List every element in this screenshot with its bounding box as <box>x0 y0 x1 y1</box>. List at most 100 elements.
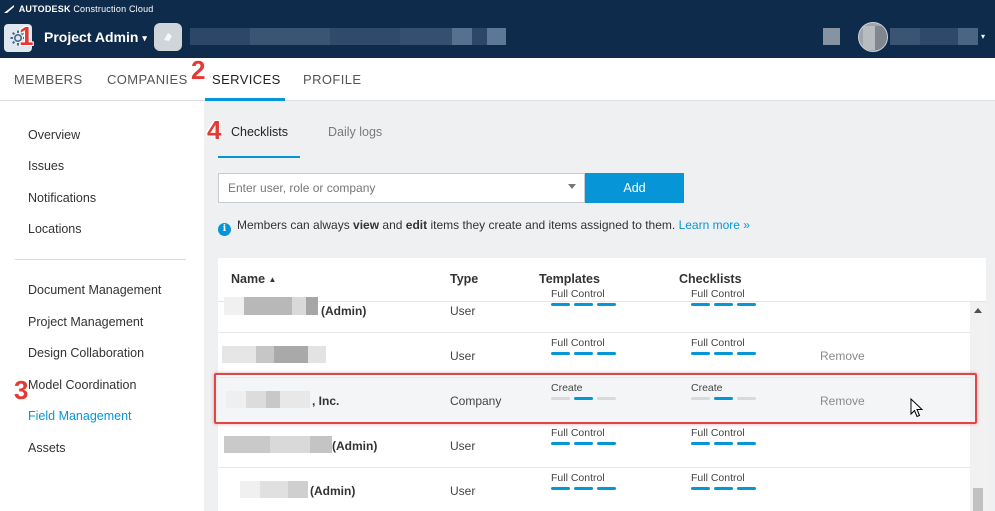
sidebar-item-model-coordination[interactable]: Model Coordination <box>28 378 136 392</box>
sidebar-item-issues[interactable]: Issues <box>28 159 64 173</box>
info-text-pre: Members can always <box>237 218 354 232</box>
sidebar-item-notifications[interactable]: Notifications <box>28 191 96 205</box>
name-redacted <box>222 346 256 363</box>
scroll-up-arrow-icon[interactable] <box>974 308 982 313</box>
table-row[interactable]: (Admin) User Full Control Full Control <box>218 423 970 468</box>
templates-level-bars[interactable] <box>551 487 616 490</box>
name-redacted <box>292 297 306 315</box>
column-header-name-label: Name <box>231 272 266 286</box>
name-redacted <box>308 346 326 363</box>
row-name: (Admin) <box>332 439 378 453</box>
top-bar: AUTODESK Construction Cloud Project Admi… <box>0 0 995 58</box>
checklists-level-bars[interactable] <box>691 487 756 490</box>
sidebar-item-overview[interactable]: Overview <box>28 128 80 142</box>
templates-permission[interactable]: Full Control <box>551 288 605 300</box>
sidebar-item-document-management[interactable]: Document Management <box>28 283 161 297</box>
checklists-level-bars[interactable] <box>691 352 756 355</box>
templates-level-bars[interactable] <box>551 303 616 306</box>
content-area: Checklists Daily logs Add i Members can a… <box>204 101 995 511</box>
info-message: i Members can always view and edit items … <box>218 218 750 236</box>
sidebar-divider <box>15 259 186 260</box>
chevron-down-icon: ▾ <box>142 33 147 43</box>
name-redacted <box>256 346 274 363</box>
tab-services[interactable]: SERVICES <box>212 72 281 87</box>
mouse-cursor-icon <box>910 398 924 418</box>
help-icon[interactable] <box>823 28 840 45</box>
table-row[interactable]: (Admin) User Full Control Full Control <box>218 468 970 511</box>
annotation-step-1: 1 <box>19 21 34 51</box>
sidebar-item-design-collaboration[interactable]: Design Collaboration <box>28 346 144 360</box>
table-row[interactable]: User Full Control Full Control Remove <box>218 333 970 378</box>
annotation-step-4: 4 <box>207 115 222 145</box>
column-header-name[interactable]: Name ▲ <box>231 272 276 286</box>
sidebar: Overview Issues Notifications Locations … <box>0 101 204 511</box>
user-menu-chevron-icon[interactable]: ▾ <box>981 32 985 41</box>
app-switcher[interactable]: Project Admin ▾ <box>44 29 147 45</box>
checklists-permission[interactable]: Full Control <box>691 472 745 484</box>
templates-permission[interactable]: Full Control <box>551 337 605 349</box>
info-text-view: view <box>353 218 380 232</box>
learn-more-link[interactable]: Learn more » <box>679 218 750 232</box>
checklists-permission[interactable]: Full Control <box>691 337 745 349</box>
sidebar-item-project-management[interactable]: Project Management <box>28 315 143 329</box>
templates-permission[interactable]: Full Control <box>551 427 605 439</box>
name-redacted <box>310 436 332 453</box>
row-type: User <box>450 304 476 318</box>
row-type: User <box>450 439 476 453</box>
name-redacted <box>240 481 260 498</box>
add-button[interactable]: Add <box>585 173 684 203</box>
sidebar-item-field-management[interactable]: Field Management <box>28 409 132 423</box>
info-icon: i <box>218 223 231 236</box>
search-input[interactable] <box>219 174 549 202</box>
remove-button[interactable]: Remove <box>820 349 865 363</box>
info-text-mid: and <box>379 218 406 232</box>
scroll-thumb[interactable] <box>973 488 983 511</box>
subtab-daily-logs[interactable]: Daily logs <box>328 125 382 139</box>
row-type: User <box>450 349 476 363</box>
main-nav: MEMBERS COMPANIES SERVICES PROFILE <box>0 58 995 101</box>
name-redacted <box>270 436 310 453</box>
sidebar-item-locations[interactable]: Locations <box>28 222 82 236</box>
column-header-type: Type <box>450 272 479 286</box>
info-text-post: items they create and items assigned to … <box>427 218 676 232</box>
sidebar-item-assets[interactable]: Assets <box>28 441 66 455</box>
dropdown-arrow-icon[interactable] <box>568 184 576 189</box>
info-text-edit: edit <box>405 218 428 232</box>
name-redacted <box>288 481 308 498</box>
brand-subtitle: Construction Cloud <box>73 4 154 14</box>
checklists-level-bars[interactable] <box>691 442 756 445</box>
column-header-templates: Templates <box>539 272 600 286</box>
active-subtab-indicator <box>218 156 300 158</box>
avatar[interactable] <box>858 22 888 52</box>
name-redacted <box>260 481 288 498</box>
brand-name: AUTODESK <box>18 4 71 14</box>
annotation-step-2: 2 <box>191 55 206 85</box>
tab-profile[interactable]: PROFILE <box>303 72 361 87</box>
checklists-permission[interactable]: Full Control <box>691 288 745 300</box>
templates-level-bars[interactable] <box>551 352 616 355</box>
name-redacted <box>306 297 318 315</box>
checklists-level-bars[interactable] <box>691 303 756 306</box>
name-redacted <box>274 346 308 363</box>
subtab-checklists[interactable]: Checklists <box>231 125 288 139</box>
sort-ascending-icon: ▲ <box>268 275 277 284</box>
row-name: (Admin) <box>310 484 356 498</box>
templates-permission[interactable]: Full Control <box>551 472 605 484</box>
highlight-box <box>214 373 977 424</box>
checklists-permission[interactable]: Full Control <box>691 427 745 439</box>
member-search[interactable] <box>218 173 585 203</box>
annotation-step-3: 3 <box>14 375 29 405</box>
templates-level-bars[interactable] <box>551 442 616 445</box>
row-name: (Admin) <box>321 304 367 318</box>
table-row[interactable]: (Admin) User Full Control Full Control <box>218 288 970 333</box>
project-thumbnail[interactable] <box>154 23 182 51</box>
autodesk-logo-icon <box>4 5 14 13</box>
brand: AUTODESK Construction Cloud <box>4 4 154 14</box>
app-title: Project Admin <box>44 29 139 45</box>
tab-members[interactable]: MEMBERS <box>14 72 83 87</box>
project-icon <box>164 33 172 41</box>
row-type: User <box>450 484 476 498</box>
name-redacted <box>224 297 244 315</box>
tab-companies[interactable]: COMPANIES <box>107 72 188 87</box>
column-header-checklists: Checklists <box>679 272 742 286</box>
